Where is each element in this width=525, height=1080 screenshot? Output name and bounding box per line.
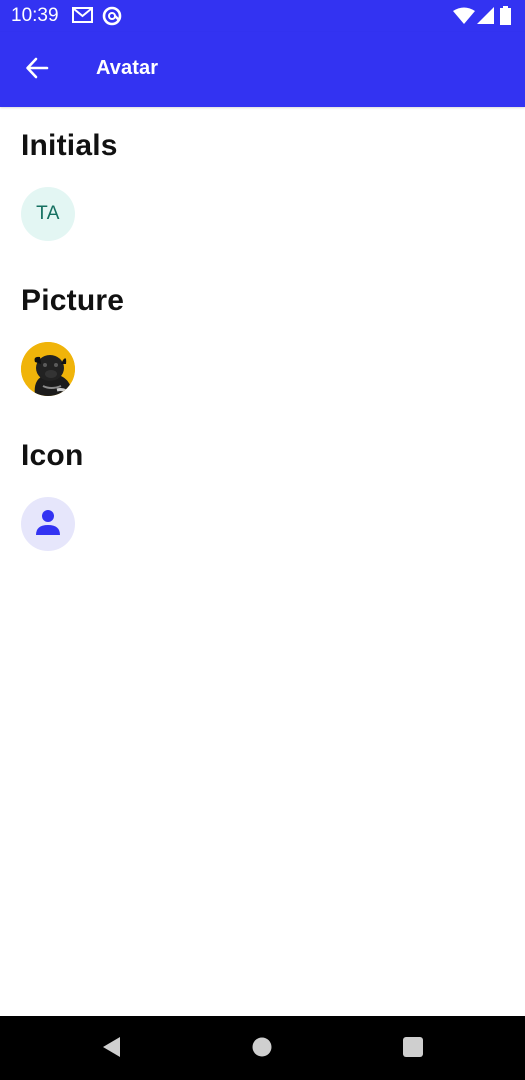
section-heading-initials: Initials [21,129,118,162]
nav-back-button[interactable] [97,1035,125,1063]
navigation-bar [0,1016,525,1080]
back-button[interactable] [18,51,56,89]
nav-home-button[interactable] [248,1035,276,1063]
pug-photo [21,342,75,396]
screen: 10:39 Avatar Initials TA Picture Icon [0,0,525,1080]
app-bar: Avatar [0,32,525,107]
nav-recents-button[interactable] [399,1035,427,1063]
signal-icon [477,7,494,29]
status-time: 10:39 [11,5,59,26]
avatar-icon [21,497,75,551]
avatar-initials: TA [21,187,75,241]
section-heading-icon: Icon [21,439,84,472]
back-triangle-icon [100,1035,122,1064]
section-heading-picture: Picture [21,284,125,317]
avatar-initials-text: TA [36,203,60,224]
arrow-back-icon [25,56,49,85]
home-circle-icon [251,1036,273,1063]
wifi-icon [453,7,475,29]
person-icon [33,507,63,542]
gmail-icon [72,6,93,29]
avatar-picture [21,342,75,396]
recents-square-icon [402,1036,424,1063]
page-title: Avatar [96,57,159,79]
status-bar: 10:39 [0,0,525,32]
battery-icon [500,6,511,30]
at-sign-icon [102,6,122,31]
